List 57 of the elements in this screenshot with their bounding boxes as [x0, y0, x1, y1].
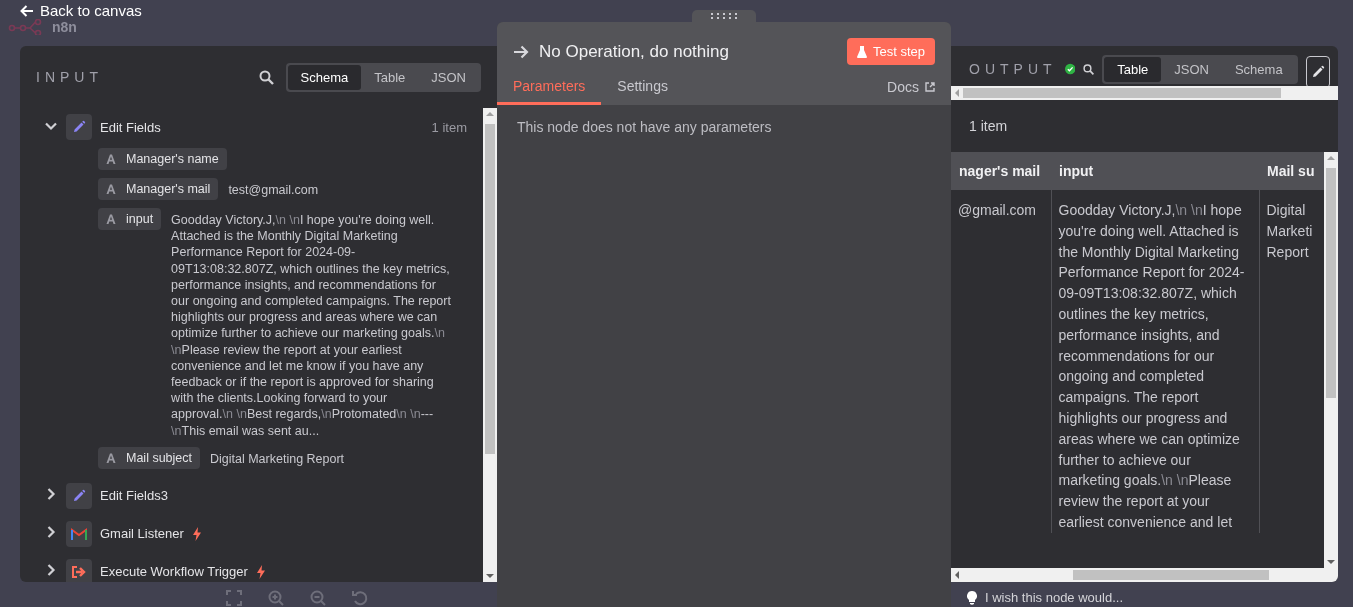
field-chip[interactable]: Manager's name — [98, 148, 227, 170]
table-cell: Goodday Victory.J,\n \nI hope you're doing well. Attached is the Monthly Digital Marketing Performance Report for 2024-09-09T13:08:32.807Z, which outlines the key metrics, performance insights, and recommendations for our ongoing and completed campaigns. The report highlights our progress and areas where we can optimize further to achieve our marketing goals.\n \nPlease review the report at your earliest convenience and let — [1058, 202, 1245, 530]
feedback-prompt[interactable]: I wish this node would... — [985, 590, 1124, 605]
pencil-icon — [72, 120, 86, 134]
column-header: Mail su — [1259, 152, 1324, 190]
view-tab[interactable]: JSON — [418, 64, 479, 90]
exit-arrow-icon — [72, 565, 86, 578]
node-name[interactable]: Gmail Listener — [100, 526, 184, 542]
field-chip[interactable]: Mail subject — [98, 446, 200, 469]
scrollbar[interactable] — [1324, 152, 1338, 568]
field-value: test@gmail.com — [228, 182, 320, 199]
node-name[interactable]: Execute Workflow Trigger — [100, 564, 248, 580]
column-header: input — [1051, 152, 1259, 190]
scrollbar[interactable] — [951, 568, 1338, 582]
text-type-icon — [106, 154, 116, 164]
item-count: 1 item — [968, 117, 1009, 136]
field-chip[interactable]: Manager's mail — [98, 178, 219, 200]
gmail-icon — [71, 527, 87, 540]
table-cell: @gmail.com — [958, 202, 1036, 218]
scrollbar[interactable] — [483, 108, 497, 582]
view-tab[interactable]: Schema — [287, 64, 362, 90]
left-arrow-icon — [20, 4, 34, 17]
view-tab[interactable]: JSON — [1161, 56, 1222, 82]
flask-icon — [856, 45, 867, 58]
text-type-icon — [106, 452, 116, 463]
panel-title: INPUT — [36, 69, 103, 85]
search-icon[interactable] — [1083, 61, 1095, 77]
empty-message: This node does not have any parameters — [516, 118, 773, 137]
drag-handle[interactable] — [692, 10, 756, 22]
node-title: No Operation, do nothing — [539, 41, 729, 62]
docs-link[interactable]: Docs — [887, 79, 935, 105]
view-tab[interactable]: Table — [1104, 56, 1162, 82]
scrollbar[interactable] — [951, 86, 1338, 100]
logo-text: n8n — [52, 18, 77, 35]
panel-tab[interactable]: Settings — [601, 78, 684, 105]
field-chip[interactable]: input — [98, 208, 162, 230]
grip-dots-icon — [710, 13, 738, 19]
right-arrow-icon — [513, 44, 529, 59]
text-type-icon — [106, 184, 116, 194]
external-link-icon — [925, 82, 935, 92]
view-tab[interactable]: Table — [361, 64, 419, 90]
pencil-icon — [72, 488, 86, 503]
search-icon[interactable] — [258, 69, 274, 85]
item-count: 1 item — [431, 119, 467, 135]
field-value: Goodday Victory.J,\n \nI hope you're doing well. Attached is the Monthly Digital Marketing Performance Report for 2024-09-09T13:08:32.807Z, which outlines the key metrics, performance insights, and recommendations for our ongoing and completed campaigns. The report highlights our progress and areas where we can optimize further to achieve our marketing goals.\n \nPlease review the report at your earliest convenience and let me know if you have any feedback or if the report is approved for sharing with the clients.Looking forward to your approval.\n \nBest regards,\nProtomated\n \n---\nThis email was sent au... — [171, 212, 452, 439]
text-type-icon — [106, 214, 116, 224]
table-cell: Digital Marketi Report — [1266, 202, 1313, 260]
lightbulb-icon — [967, 590, 977, 605]
node-name[interactable]: Edit Fields — [100, 119, 161, 135]
view-tab[interactable]: Schema — [1221, 56, 1296, 82]
edit-button[interactable] — [1305, 56, 1330, 88]
pencil-icon — [1310, 65, 1325, 79]
column-header: nager's mail — [951, 152, 1051, 190]
back-link[interactable]: Back to canvas — [20, 2, 142, 19]
field-value: Digital Marketing Report — [210, 450, 346, 468]
node-name[interactable]: Edit Fields3 — [100, 488, 168, 504]
panel-title: OUTPUT — [969, 61, 1057, 77]
